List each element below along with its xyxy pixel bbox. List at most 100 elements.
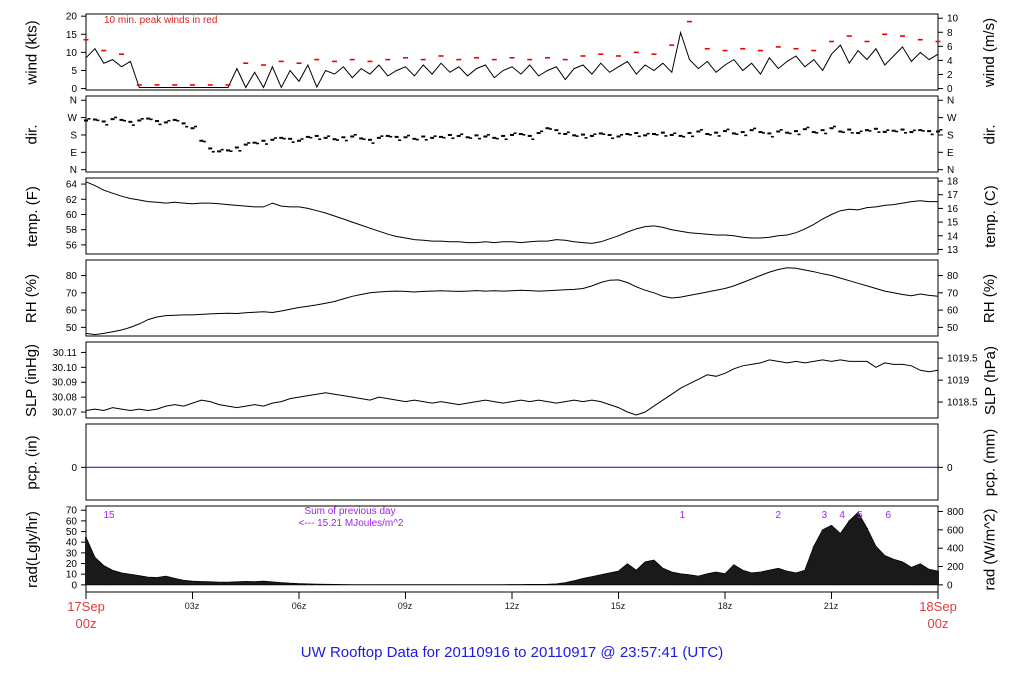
wind-direction-deg-dot (460, 133, 464, 136)
wind-direction-deg-dot (442, 136, 446, 139)
wind-direction-deg-dot (616, 135, 621, 138)
wind-direction-deg-dot (572, 134, 577, 137)
wind-direction-deg-dot (486, 134, 490, 136)
wind-direction-deg-dot (291, 141, 295, 143)
wind-direction-deg-dot (909, 131, 914, 134)
wind-direction-deg-dot (740, 131, 745, 134)
axis-title-dir-right: dir. (981, 123, 999, 145)
wind-direction-deg-dot (669, 133, 674, 136)
wind-direction-deg-dot (770, 135, 774, 138)
rad-left-tick-label: 50 (66, 527, 78, 538)
wind-direction-deg-dot (687, 132, 692, 135)
wind-direction-deg-dot (758, 131, 763, 134)
pcp-left-tick-label: 0 (71, 463, 77, 474)
wind-direction-deg-dot (856, 132, 861, 135)
rh-right-tick-label: 60 (947, 306, 959, 317)
wind-avg-kts-series (85, 30, 939, 89)
wind-direction-deg-dot (84, 119, 88, 122)
wind-direction-deg-dot (211, 150, 215, 153)
wind-direction-deg-dot (282, 137, 286, 140)
axis-title-rad-lgly: rad(Lgly/hr) (23, 510, 41, 588)
peak-wind-note: 10 min. peak winds in red (104, 15, 218, 26)
wind-direction-deg-dot (891, 129, 896, 132)
wind-left-tick-label: 5 (71, 66, 77, 77)
wind-direction-deg-dot (433, 135, 437, 137)
wind-direction-deg-dot (527, 134, 532, 137)
rh-right-tick-label: 80 (947, 271, 959, 282)
rh-left-tick-label: 50 (66, 323, 78, 334)
wind-direction-deg-dot (176, 119, 180, 122)
wind-direction-deg-dot (643, 134, 648, 137)
wind-direction-deg-dot (744, 134, 748, 137)
wind-direction-deg-dot (749, 129, 754, 132)
wind-direction-deg-dot (918, 129, 923, 132)
rad-hour-mark-5: 5 (857, 510, 863, 521)
wind-direction-deg-dot (806, 126, 810, 129)
wind-direction-deg-dot (717, 135, 721, 137)
wind-direction-deg-dot (767, 132, 772, 135)
wind-direction-deg-dot (678, 134, 683, 137)
wind-direction-deg-dot (554, 129, 559, 132)
wind-direction-deg-dot (181, 122, 186, 125)
xtick-15z: 15z (610, 601, 626, 611)
wind-direction-deg-dot (344, 139, 348, 142)
rh-right-tick-label: 50 (947, 323, 959, 334)
wind-direction-deg-dot (877, 131, 881, 133)
wind-direction-deg-dot (634, 132, 639, 135)
rh-left-tick-label: 70 (66, 288, 78, 299)
temp-right-tick-label: 17 (947, 190, 959, 201)
wind-direction-deg-dot (362, 138, 366, 141)
wind-direction-deg-dot (495, 137, 499, 140)
rh-right-tick-label: 70 (947, 288, 959, 299)
wind-direction-deg-dot (655, 134, 659, 136)
wind-direction-deg-dot (912, 129, 916, 132)
wind-left-tick-label: 10 (66, 48, 78, 59)
wind-direction-deg-dot (336, 139, 339, 141)
wind-direction-deg-dot (341, 136, 346, 139)
wind-direction-deg-dot (696, 130, 701, 133)
axis-title-dir-left: dir. (23, 123, 41, 145)
wind-direction-deg-dot (811, 131, 816, 134)
wind-direction-deg-dot (930, 133, 934, 136)
rad-right-tick-label: 0 (947, 580, 953, 591)
rad-hour-mark-6: 6 (886, 510, 892, 521)
wind-direction-deg-dot (380, 135, 384, 137)
wind-direction-deg-dot (794, 130, 798, 133)
dir-right-tick-label: W (947, 113, 957, 124)
axis-title-wind-ms: wind (m/s) (981, 17, 999, 87)
slp-panel-frame (85, 341, 939, 419)
dir-right-tick-label: N (947, 165, 954, 176)
wind-direction-deg-dot (838, 130, 843, 133)
wind-direction-deg-dot (376, 136, 381, 139)
pcp-panel-frame (85, 423, 939, 501)
wind-left-tick-label: 20 (66, 12, 78, 23)
wind-direction-deg-dot (185, 125, 189, 128)
wind-direction-deg-dot (123, 119, 126, 122)
wind-direction-deg-dot (593, 133, 597, 136)
wind-direction-deg-dot (371, 142, 375, 144)
xtick-12z: 12z (504, 601, 520, 611)
wind-left-tick-label: 0 (71, 84, 77, 95)
axis-title-rad-wm2: rad (W/m^2) (981, 507, 999, 591)
wind-direction-deg-dot (421, 135, 426, 138)
wind-direction-deg-dot (625, 133, 630, 135)
wind-direction-deg-dot (563, 133, 568, 135)
wind-direction-deg-dot (332, 138, 337, 141)
wind-direction-deg-dot (424, 139, 428, 141)
wind-direction-deg-dot (327, 135, 331, 137)
wind-direction-deg-dot (868, 130, 872, 132)
wind-direction-deg-dot (628, 134, 632, 136)
wind-direction-deg-dot (788, 132, 792, 135)
temp-right-tick-label: 13 (947, 245, 959, 256)
wind-direction-deg-dot (199, 139, 204, 142)
wind-direction-deg-dot (105, 123, 109, 126)
rad-hour-mark-3: 3 (822, 510, 828, 521)
wind-direction-deg-dot (731, 132, 736, 135)
wind-direction-deg-dot (439, 135, 443, 138)
wind-direction-deg-dot (430, 136, 435, 139)
wind-direction-deg-dot (492, 136, 497, 139)
wind-direction-deg-dot (753, 127, 757, 130)
wind-direction-deg-dot (504, 138, 508, 141)
rad-left-tick-label: 30 (66, 548, 78, 559)
wind-right-tick-label: 10 (947, 14, 959, 25)
